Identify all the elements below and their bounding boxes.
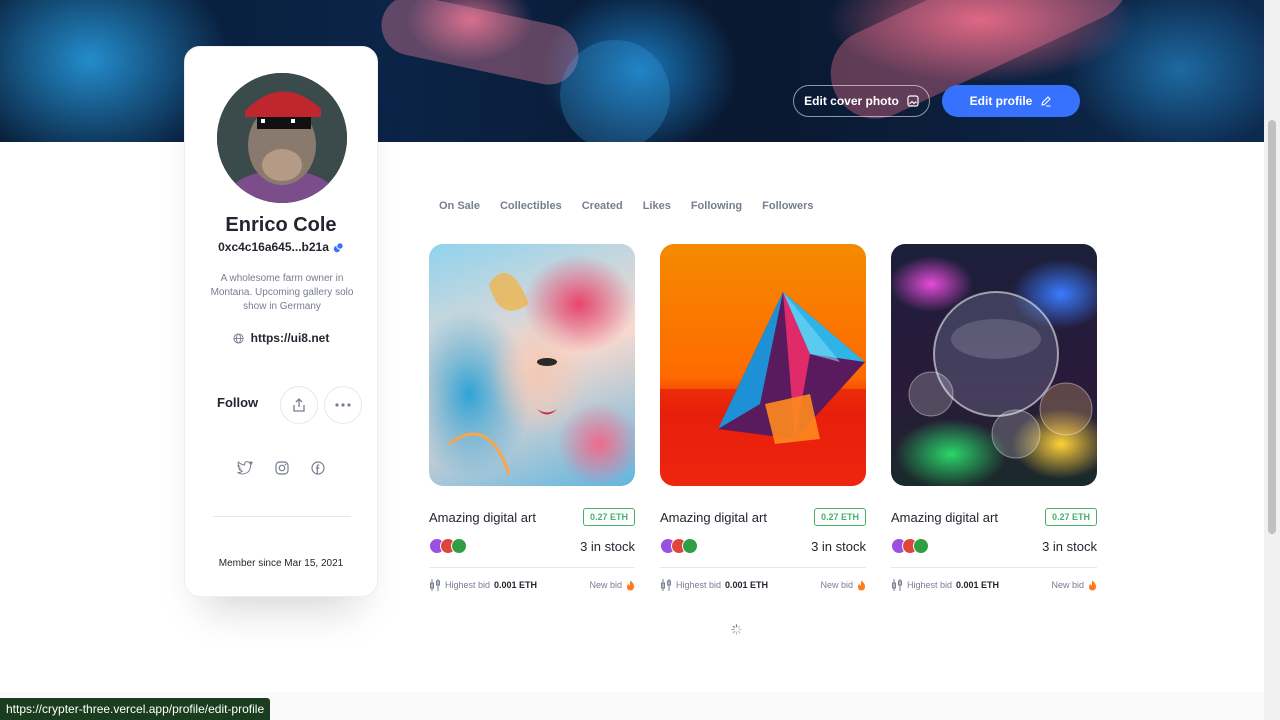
member-since: Member since Mar 15, 2021 bbox=[218, 558, 344, 569]
loading-spinner-icon bbox=[731, 624, 742, 635]
status-bar-url: https://crypter-three.vercel.app/profile… bbox=[0, 698, 271, 720]
candlestick-icon bbox=[430, 579, 440, 591]
new-bid-button[interactable]: New bid bbox=[589, 580, 635, 591]
bidder-avatar bbox=[913, 538, 929, 554]
tab-on-sale[interactable]: On Sale bbox=[429, 200, 490, 212]
candlestick-icon bbox=[661, 579, 671, 591]
highest-bid-value: 0.001 ETH bbox=[494, 580, 538, 590]
profile-tabs: On Sale Collectibles Created Likes Follo… bbox=[429, 200, 824, 212]
facebook-icon[interactable] bbox=[311, 461, 325, 475]
highest-bid-label: Highest bid bbox=[907, 580, 953, 590]
more-icon bbox=[335, 403, 351, 407]
highest-bid: Highest bid 0.001 ETH bbox=[429, 578, 537, 592]
wallet-address[interactable]: 0xc4c16a645...b21a bbox=[185, 240, 377, 254]
new-bid-label: New bid bbox=[589, 580, 622, 590]
bidder-avatars bbox=[429, 538, 467, 554]
instagram-icon[interactable] bbox=[275, 461, 289, 475]
stock-count: 3 in stock bbox=[580, 538, 635, 554]
new-bid-label: New bid bbox=[1051, 580, 1084, 590]
share-icon bbox=[293, 398, 305, 412]
divider bbox=[213, 516, 351, 517]
item-card[interactable]: Amazing digital art 0.27 ETH 3 in stock … bbox=[429, 244, 635, 591]
website-text: https://ui8.net bbox=[250, 331, 330, 345]
item-image[interactable] bbox=[429, 244, 635, 486]
profile-bio: A wholesome farm owner in Montana. Upcom… bbox=[210, 273, 354, 312]
bidder-avatars bbox=[660, 538, 698, 554]
fire-icon bbox=[627, 580, 635, 590]
more-button[interactable] bbox=[324, 386, 362, 424]
social-links bbox=[185, 461, 377, 475]
price-badge: 0.27 ETH bbox=[582, 508, 635, 526]
bidder-avatars bbox=[891, 538, 929, 554]
highest-bid-value: 0.001 ETH bbox=[725, 580, 769, 590]
share-button[interactable] bbox=[280, 386, 318, 424]
item-title: Amazing digital art bbox=[429, 509, 536, 525]
item-card[interactable]: Amazing digital art 0.27 ETH 3 in stock … bbox=[660, 244, 866, 591]
item-image[interactable] bbox=[891, 244, 1097, 486]
new-bid-button[interactable]: New bid bbox=[1051, 580, 1097, 591]
fire-icon bbox=[858, 580, 866, 590]
avatar bbox=[217, 73, 347, 203]
new-bid-button[interactable]: New bid bbox=[820, 580, 866, 591]
profile-card: Enrico Cole 0xc4c16a645...b21a A wholeso… bbox=[184, 46, 378, 597]
scrollbar-thumb[interactable] bbox=[1268, 120, 1276, 534]
wallet-address-text: 0xc4c16a645...b21a bbox=[218, 240, 329, 254]
item-title: Amazing digital art bbox=[660, 509, 767, 525]
item-image[interactable] bbox=[660, 244, 866, 486]
new-bid-label: New bid bbox=[820, 580, 853, 590]
edit-cover-photo-label: Edit cover photo bbox=[804, 94, 899, 108]
highest-bid-label: Highest bid bbox=[676, 580, 722, 590]
edit-profile-label: Edit profile bbox=[969, 94, 1033, 108]
tab-created[interactable]: Created bbox=[572, 200, 633, 212]
candlestick-icon bbox=[892, 579, 902, 591]
stock-count: 3 in stock bbox=[1042, 538, 1097, 554]
profile-name: Enrico Cole bbox=[225, 214, 337, 236]
divider bbox=[660, 567, 866, 568]
bidder-avatar bbox=[451, 538, 467, 554]
item-title: Amazing digital art bbox=[891, 509, 998, 525]
tab-followers[interactable]: Followers bbox=[752, 200, 823, 212]
highest-bid: Highest bid 0.001 ETH bbox=[891, 578, 999, 592]
bidder-avatar bbox=[682, 538, 698, 554]
price-badge: 0.27 ETH bbox=[1044, 508, 1097, 526]
highest-bid-value: 0.001 ETH bbox=[956, 580, 1000, 590]
globe-icon bbox=[233, 332, 244, 344]
image-icon bbox=[907, 95, 919, 107]
tab-collectibles[interactable]: Collectibles bbox=[490, 200, 572, 212]
copy-icon[interactable] bbox=[333, 241, 344, 253]
fire-icon bbox=[1089, 580, 1097, 590]
price-badge: 0.27 ETH bbox=[813, 508, 866, 526]
website-link[interactable]: https://ui8.net bbox=[185, 331, 377, 345]
divider bbox=[429, 567, 635, 568]
pencil-icon bbox=[1041, 96, 1052, 107]
highest-bid-label: Highest bid bbox=[445, 580, 491, 590]
stock-count: 3 in stock bbox=[811, 538, 866, 554]
edit-cover-photo-button[interactable]: Edit cover photo bbox=[793, 85, 930, 117]
tab-following[interactable]: Following bbox=[681, 200, 752, 212]
edit-profile-button[interactable]: Edit profile bbox=[942, 85, 1080, 117]
follow-button[interactable]: Follow bbox=[217, 395, 258, 410]
tab-likes[interactable]: Likes bbox=[633, 200, 681, 212]
profile-actions: Follow bbox=[185, 386, 377, 424]
scrollbar[interactable] bbox=[1264, 0, 1280, 720]
item-card[interactable]: Amazing digital art 0.27 ETH 3 in stock … bbox=[891, 244, 1097, 591]
twitter-icon[interactable] bbox=[237, 461, 253, 475]
highest-bid: Highest bid 0.001 ETH bbox=[660, 578, 768, 592]
divider bbox=[891, 567, 1097, 568]
